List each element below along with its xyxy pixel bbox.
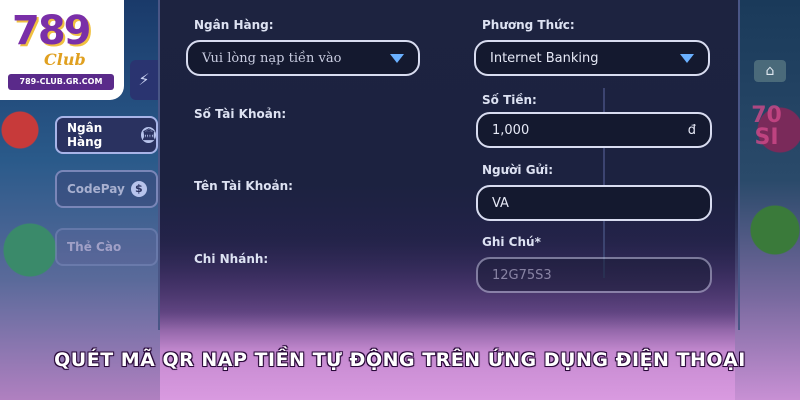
bank-icon: 🏛 [141,127,156,143]
chevron-down-icon [680,53,694,63]
method-label: Phương Thức: [482,18,575,32]
deposit-panel: Ngân Hàng: Vui lòng nạp tiền vào Phương … [158,0,740,330]
logo-number: 789 [12,8,91,54]
bank-select[interactable]: Vui lòng nạp tiền vào [186,40,420,76]
method-select[interactable]: Internet Banking [474,40,710,76]
caption-banner: QUÉT MÃ QR NẠP TIỀN TỰ ĐỘNG TRÊN ỨNG DỤN… [54,349,746,371]
backdrop-text: 70 SI [751,103,782,150]
note-label: Ghi Chú* [482,235,541,249]
logo-url: 789-CLUB.GR.COM [8,74,114,90]
method-select-value: Internet Banking [490,50,599,66]
tab-card-label: Thẻ Cào [67,240,122,254]
chevron-down-icon [390,53,404,63]
bank-select-value: Vui lòng nạp tiền vào [202,50,342,66]
amount-input[interactable]: 1,000 đ [476,112,712,148]
tab-bank[interactable]: Ngân Hàng 🏛 [55,116,158,154]
currency-symbol: đ [687,122,696,138]
sender-value: VA [492,195,509,211]
account-name-label: Tên Tài Khoản: [194,179,293,193]
tab-codepay-label: CodePay [67,182,125,196]
note-value: 12G75S3 [492,267,552,283]
screen: ⌂ 70 SI ⚡ Ngân Hàng 🏛 CodePay $ Thẻ Cào … [0,0,800,400]
sender-input[interactable]: VA [476,185,712,221]
bank-label: Ngân Hàng: [194,18,274,32]
tab-bank-label: Ngân Hàng [67,121,103,149]
note-input[interactable]: 12G75S3 [476,257,712,293]
sender-label: Người Gửi: [482,163,554,177]
branch-label: Chi Nhánh: [194,252,269,266]
home-icon[interactable]: ⌂ [754,60,786,82]
logo-club-text: Club [44,50,86,69]
tab-card[interactable]: Thẻ Cào [55,228,158,266]
lightning-icon[interactable]: ⚡ [130,60,158,100]
amount-label: Số Tiền: [482,93,537,107]
brand-logo: 789 Club 789-CLUB.GR.COM [0,0,124,100]
account-number-label: Số Tài Khoản: [194,107,287,121]
dollar-icon: $ [130,181,147,197]
tab-codepay[interactable]: CodePay $ [55,170,158,208]
amount-value: 1,000 [492,122,530,138]
